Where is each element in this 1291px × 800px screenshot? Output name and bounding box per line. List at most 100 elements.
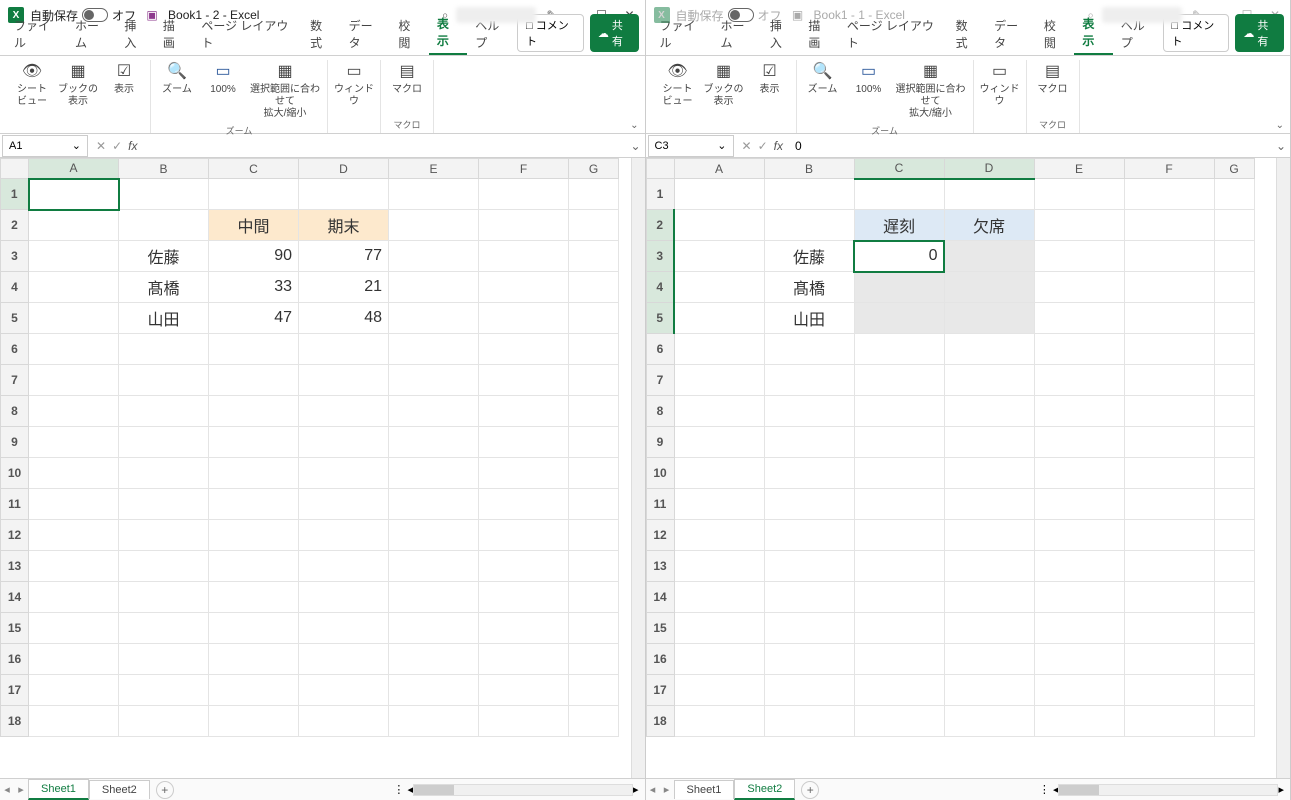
cell[interactable] [389, 241, 479, 272]
tab-formula[interactable]: 数式 [948, 13, 986, 55]
cell[interactable] [674, 241, 764, 272]
cell[interactable] [944, 427, 1034, 458]
cell[interactable] [674, 179, 764, 210]
cell[interactable]: 山田 [764, 303, 854, 334]
cell[interactable] [854, 489, 944, 520]
cell[interactable] [1124, 179, 1214, 210]
cell[interactable] [1124, 396, 1214, 427]
row-header[interactable]: 10 [646, 458, 674, 489]
row-header[interactable]: 4 [646, 272, 674, 303]
cell[interactable] [944, 179, 1034, 210]
row-header[interactable]: 12 [1, 520, 29, 551]
chevron-down-icon[interactable]: ⌄ [72, 139, 81, 152]
cell[interactable] [764, 551, 854, 582]
zoom-100-button[interactable]: ▭100% [201, 60, 245, 98]
cell[interactable] [1034, 489, 1124, 520]
cell[interactable]: 48 [299, 303, 389, 334]
tab-data[interactable]: データ [986, 13, 1036, 55]
row-header[interactable]: 4 [1, 272, 29, 303]
cell[interactable] [389, 489, 479, 520]
row-header[interactable]: 16 [646, 644, 674, 675]
tab-review[interactable]: 校閲 [390, 13, 428, 55]
cell[interactable] [1124, 551, 1214, 582]
sheet-tab[interactable]: Sheet1 [28, 779, 89, 800]
zoom-button[interactable]: 🔍ズーム [155, 60, 199, 98]
cell[interactable] [119, 582, 209, 613]
row-header[interactable]: 2 [646, 210, 674, 241]
col-header[interactable]: B [119, 159, 209, 179]
cell[interactable] [299, 582, 389, 613]
tab-layout[interactable]: ページ レイアウト [193, 13, 302, 55]
cell[interactable] [854, 334, 944, 365]
cell[interactable] [29, 272, 119, 303]
cell[interactable] [299, 551, 389, 582]
cell[interactable] [479, 489, 569, 520]
cell[interactable] [209, 334, 299, 365]
cell[interactable] [764, 675, 854, 706]
cell[interactable] [1124, 675, 1214, 706]
cell[interactable] [1214, 613, 1254, 644]
cell[interactable] [569, 520, 619, 551]
row-header[interactable]: 18 [1, 706, 29, 737]
cell[interactable] [209, 458, 299, 489]
cell[interactable] [764, 644, 854, 675]
sheet-tab[interactable]: Sheet2 [89, 780, 150, 799]
row-header[interactable]: 7 [1, 365, 29, 396]
cell[interactable] [119, 334, 209, 365]
cell[interactable] [209, 520, 299, 551]
cell[interactable] [209, 427, 299, 458]
cell[interactable] [479, 272, 569, 303]
cell[interactable] [944, 582, 1034, 613]
cell[interactable] [1124, 365, 1214, 396]
cell[interactable]: 佐藤 [119, 241, 209, 272]
col-header[interactable]: G [569, 159, 619, 179]
cell[interactable] [29, 551, 119, 582]
cell[interactable] [479, 551, 569, 582]
cell[interactable] [29, 334, 119, 365]
cell[interactable] [764, 520, 854, 551]
cell[interactable] [1214, 644, 1254, 675]
tab-draw[interactable]: 描画 [800, 13, 838, 55]
row-header[interactable]: 5 [646, 303, 674, 334]
cell[interactable] [389, 210, 479, 241]
cell[interactable] [1214, 520, 1254, 551]
cell[interactable] [674, 303, 764, 334]
cell[interactable] [1124, 210, 1214, 241]
show-button[interactable]: ☑表示 [748, 60, 792, 98]
cell[interactable] [389, 303, 479, 334]
cell[interactable] [674, 334, 764, 365]
fx-icon[interactable]: fx [128, 139, 137, 153]
cell[interactable] [854, 613, 944, 644]
cell[interactable] [674, 582, 764, 613]
cell[interactable] [854, 272, 944, 303]
cell[interactable] [854, 365, 944, 396]
cell[interactable] [569, 582, 619, 613]
cell[interactable] [764, 334, 854, 365]
cell[interactable] [29, 520, 119, 551]
cell[interactable]: 0 [854, 241, 944, 272]
cell[interactable] [479, 582, 569, 613]
cell[interactable] [389, 551, 479, 582]
confirm-icon[interactable]: ✓ [112, 139, 122, 153]
row-header[interactable]: 14 [1, 582, 29, 613]
cell[interactable] [299, 644, 389, 675]
tab-data[interactable]: データ [341, 13, 391, 55]
cell[interactable] [944, 334, 1034, 365]
cell[interactable] [479, 303, 569, 334]
cell[interactable] [29, 365, 119, 396]
row-header[interactable]: 11 [1, 489, 29, 520]
tab-insert[interactable]: 挿入 [762, 13, 800, 55]
row-header[interactable]: 5 [1, 303, 29, 334]
cell[interactable] [479, 334, 569, 365]
cell[interactable] [389, 644, 479, 675]
cell[interactable] [944, 613, 1034, 644]
cell[interactable] [299, 458, 389, 489]
cell[interactable] [29, 210, 119, 241]
col-header[interactable]: F [479, 159, 569, 179]
sheet-prev-icon[interactable]: ◂ [646, 783, 660, 796]
cell[interactable] [1034, 210, 1124, 241]
cell[interactable] [1214, 241, 1254, 272]
cell[interactable] [569, 272, 619, 303]
cell[interactable] [29, 582, 119, 613]
cell[interactable]: 77 [299, 241, 389, 272]
